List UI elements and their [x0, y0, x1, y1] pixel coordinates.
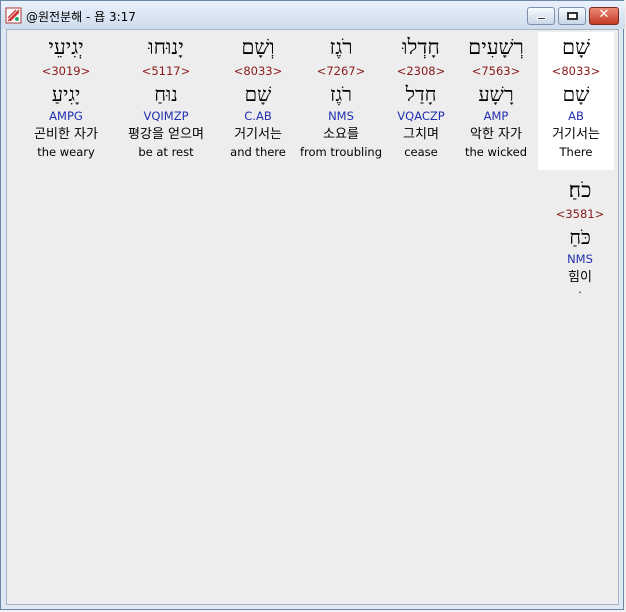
parse-code: NMS: [567, 252, 593, 266]
parse-code: AMPG: [49, 109, 83, 123]
hebrew-lemma: רֹגֶז: [329, 82, 352, 106]
strong-number[interactable]: <8033>: [220, 62, 296, 80]
strong-number[interactable]: <3581>: [541, 205, 618, 223]
hebrew-surface: רְשָׁעִים: [468, 35, 524, 59]
strong-number[interactable]: <2308>: [383, 62, 459, 80]
korean-gloss: 소요를: [323, 127, 359, 142]
korean-gloss: 거기서는: [234, 127, 282, 142]
hebrew-lemma: כֹּחַ: [569, 225, 591, 249]
close-icon: ✕: [598, 7, 610, 22]
english-gloss: the weary: [37, 145, 95, 159]
hebrew-lemma: חָדַל: [405, 82, 437, 106]
korean-gloss: 거기서는: [552, 127, 600, 142]
english-gloss: and there: [230, 145, 286, 159]
hebrew-surface: שָׁם: [562, 35, 590, 59]
hebrew-surface: וְשָׁם: [241, 35, 275, 59]
minimize-icon: [537, 17, 546, 20]
word-card-2[interactable]: רְשָׁעִים <7563> רָשָׁע AMP 악한 자가 the wi…: [458, 32, 534, 160]
app-window: @원전분해 - 욥 3:17 ✕ שָׁם <8033> שָׁם AB 거기서…: [0, 0, 625, 610]
word-card-6[interactable]: יָנוּחוּ <5117> נוּחַ VQIMZP 평강을 얻으며 be …: [118, 32, 214, 160]
hebrew-lemma: שָׁם: [244, 82, 272, 106]
parse-code: VQACZP: [397, 109, 445, 123]
english-gloss: .: [578, 283, 582, 296]
korean-gloss: 그치며: [403, 127, 439, 142]
word-card-5[interactable]: וְשָׁם <8033> שָׁם C.AB 거기서는 and there: [220, 32, 296, 160]
english-gloss: the wicked: [464, 145, 528, 159]
parse-code: VQIMZP: [143, 109, 189, 123]
hebrew-surface: כֹחַ׃: [568, 178, 592, 202]
title-bar[interactable]: @원전분해 - 욥 3:17 ✕: [1, 1, 625, 29]
korean-gloss: 곤비한 자가: [34, 127, 98, 142]
english-gloss: from troubling: [299, 145, 382, 159]
window-title: @원전분해 - 욥 3:17: [26, 10, 136, 24]
app-logo-icon: [5, 7, 22, 24]
word-card-4[interactable]: רֹגֶז <7267> רֹגֶז NMS 소요를 from troublin…: [298, 32, 384, 160]
english-gloss: be at rest: [138, 145, 194, 159]
hebrew-lemma: שָׁם: [562, 82, 590, 106]
maximize-button[interactable]: [558, 7, 586, 25]
strong-number[interactable]: <8033>: [538, 62, 614, 80]
english-gloss: cease: [404, 145, 438, 159]
strong-number[interactable]: <3019>: [21, 62, 111, 80]
word-card-7[interactable]: יְגִיעֵי <3019> יָגִיעַ AMPG 곤비한 자가 the …: [21, 32, 111, 160]
parse-code: NMS: [328, 109, 354, 123]
hebrew-lemma: רָשָׁע: [478, 82, 514, 106]
korean-gloss: 악한 자가: [470, 127, 522, 142]
strong-number[interactable]: <7267>: [298, 62, 384, 80]
maximize-icon: [567, 12, 578, 20]
word-card-3[interactable]: חָדְלוּ <2308> חָדַל VQACZP 그치며 cease: [383, 32, 459, 160]
close-button[interactable]: ✕: [589, 7, 619, 25]
minimize-button[interactable]: [527, 7, 555, 25]
hebrew-lemma: יָגִיעַ: [51, 82, 81, 106]
hebrew-lemma: נוּחַ: [154, 82, 178, 106]
hebrew-surface: רֹגֶז: [329, 35, 353, 59]
parse-code: AMP: [483, 109, 509, 123]
parse-code: C.AB: [244, 109, 272, 123]
hebrew-surface: יְגִיעֵי: [48, 35, 84, 59]
strong-number[interactable]: <7563>: [458, 62, 534, 80]
english-gloss: There: [559, 145, 593, 159]
korean-gloss: 평강을 얻으며: [128, 127, 204, 142]
word-analysis-panel: שָׁם <8033> שָׁם AB 거기서는 There רְשָׁעִים…: [6, 29, 619, 605]
strong-number[interactable]: <5117>: [118, 62, 214, 80]
parse-code: AB: [568, 109, 584, 123]
hebrew-surface: יָנוּחוּ: [148, 35, 184, 59]
word-card-8[interactable]: כֹחַ׃ <3581> כֹּחַ NMS 힘이 .: [541, 175, 618, 297]
word-card-1[interactable]: שָׁם <8033> שָׁם AB 거기서는 There: [538, 32, 614, 170]
hebrew-surface: חָדְלוּ: [402, 35, 440, 59]
